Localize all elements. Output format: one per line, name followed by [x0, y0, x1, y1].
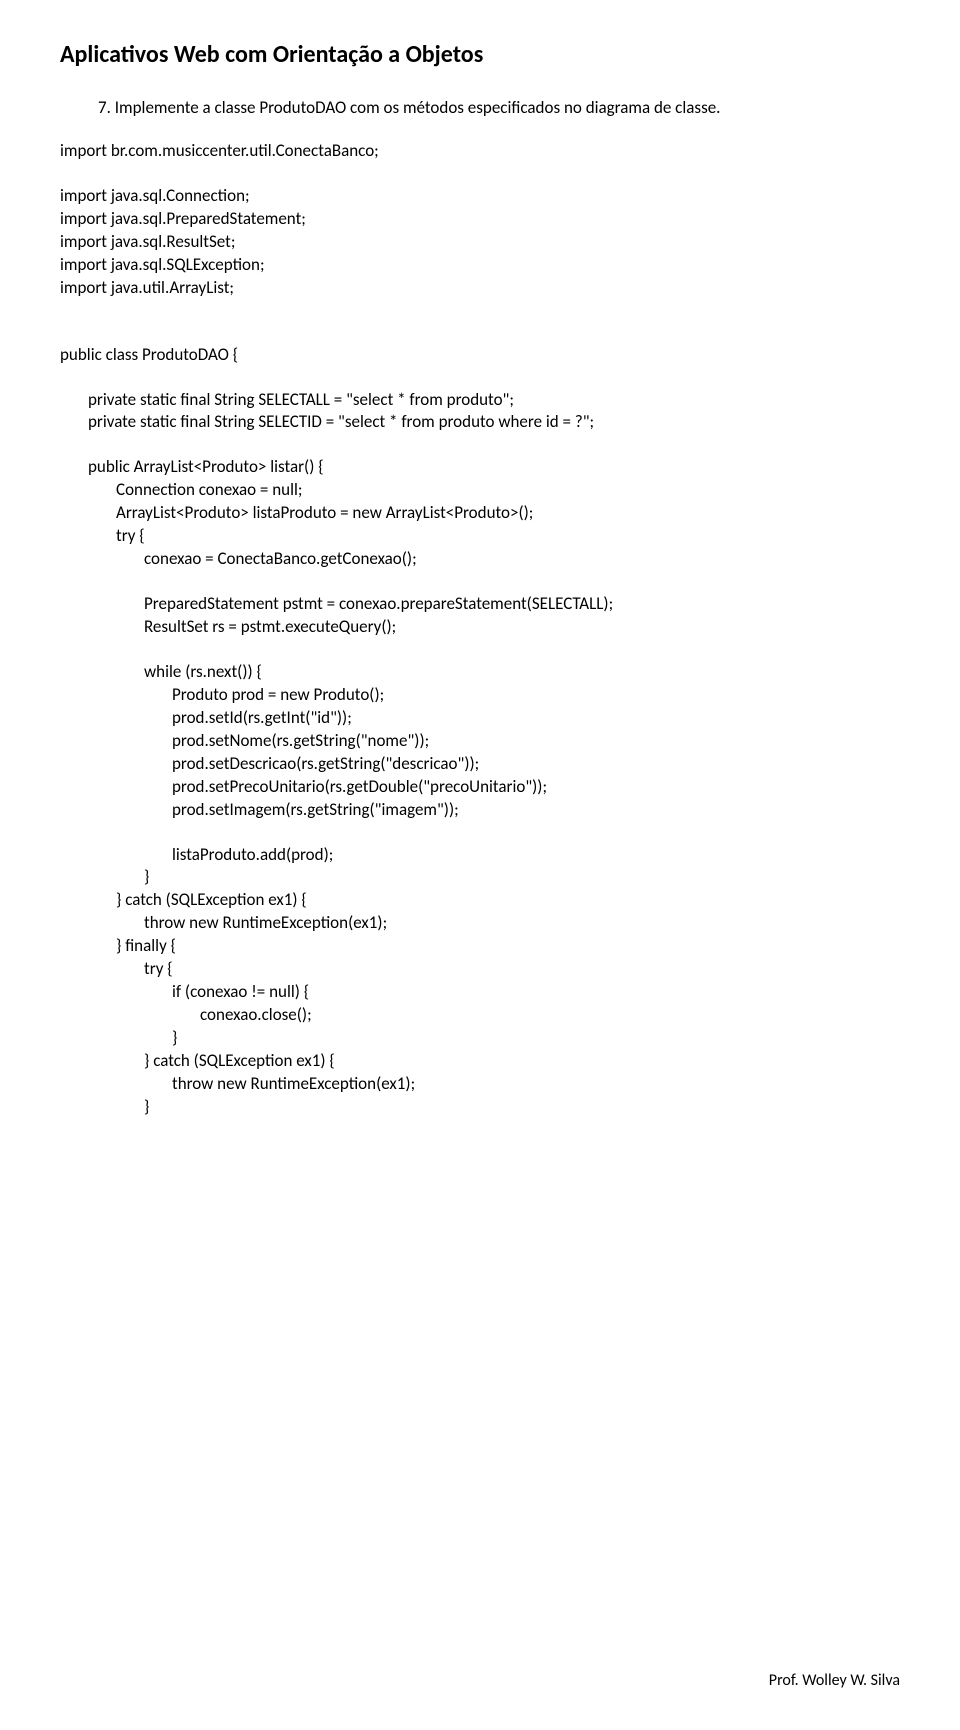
code-line: prod.setNome(rs.getString("nome")); [60, 730, 900, 753]
footer-author: Prof. Wolley W. Silva [769, 1671, 900, 1690]
exercise-heading: 7. Implemente a classe ProdutoDAO com os… [98, 97, 900, 120]
code-line: import java.sql.ResultSet; [60, 231, 900, 254]
code-line: Connection conexao = null; [60, 479, 900, 502]
code-line: } finally { [60, 935, 900, 958]
code-line: Produto prod = new Produto(); [60, 684, 900, 707]
code-line: } [60, 1096, 900, 1119]
page-title: Aplicativos Web com Orientação a Objetos [60, 40, 900, 69]
code-line: import java.sql.Connection; [60, 185, 900, 208]
code-line: listaProduto.add(prod); [60, 844, 900, 867]
code-line: import br.com.musiccenter.util.ConectaBa… [60, 140, 900, 163]
method-listar-while: while (rs.next()) { Produto prod = new P… [60, 661, 900, 822]
import-group-1: import br.com.musiccenter.util.ConectaBa… [60, 140, 900, 163]
code-line: PreparedStatement pstmt = conexao.prepar… [60, 593, 900, 616]
code-line: conexao = ConectaBanco.getConexao(); [60, 548, 900, 571]
code-line: ResultSet rs = pstmt.executeQuery(); [60, 616, 900, 639]
code-line: ArrayList<Produto> listaProduto = new Ar… [60, 502, 900, 525]
code-line: public class ProdutoDAO { [60, 344, 900, 367]
code-line: prod.setImagem(rs.getString("imagem")); [60, 799, 900, 822]
code-line: while (rs.next()) { [60, 661, 900, 684]
code-line: import java.util.ArrayList; [60, 277, 900, 300]
code-line: throw new RuntimeException(ex1); [60, 912, 900, 935]
code-line: public ArrayList<Produto> listar() { [60, 456, 900, 479]
code-line: } catch (SQLException ex1) { [60, 1050, 900, 1073]
code-line: conexao.close(); [60, 1004, 900, 1027]
import-group-2: import java.sql.Connection; import java.… [60, 185, 900, 300]
code-line: if (conexao != null) { [60, 981, 900, 1004]
field-group: private static final String SELECTALL = … [60, 389, 900, 435]
code-line: private static final String SELECTID = "… [60, 411, 900, 434]
method-listar-add-catch: listaProduto.add(prod); } } catch (SQLEx… [60, 844, 900, 1119]
class-declaration: public class ProdutoDAO { [60, 344, 900, 367]
code-line: import java.sql.PreparedStatement; [60, 208, 900, 231]
code-line: prod.setPrecoUnitario(rs.getDouble("prec… [60, 776, 900, 799]
code-line: import java.sql.SQLException; [60, 254, 900, 277]
method-listar-header: public ArrayList<Produto> listar() { Con… [60, 456, 900, 571]
method-listar-stmt: PreparedStatement pstmt = conexao.prepar… [60, 593, 900, 639]
code-line: try { [60, 525, 900, 548]
code-line: } [60, 866, 900, 889]
code-line: private static final String SELECTALL = … [60, 389, 900, 412]
code-line: try { [60, 958, 900, 981]
code-line: throw new RuntimeException(ex1); [60, 1073, 900, 1096]
code-line: prod.setDescricao(rs.getString("descrica… [60, 753, 900, 776]
code-line: } [60, 1027, 900, 1050]
code-line: prod.setId(rs.getInt("id")); [60, 707, 900, 730]
code-line: } catch (SQLException ex1) { [60, 889, 900, 912]
